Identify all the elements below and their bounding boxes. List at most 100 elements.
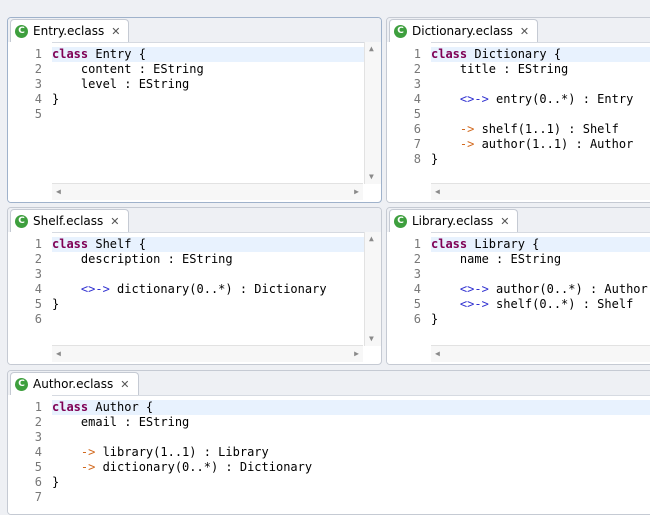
code-line[interactable]: email : EString: [52, 415, 650, 430]
line-number-gutter: 123456: [387, 232, 431, 364]
code-text: library(1..1) : Library: [95, 445, 269, 459]
code-area[interactable]: class Entry { content : EString level : …: [52, 42, 381, 202]
vertical-scrollbar[interactable]: ▲ ▼: [364, 232, 381, 346]
code-line[interactable]: class Dictionary {: [431, 47, 650, 62]
scroll-down-arrow-icon[interactable]: ▼: [369, 173, 374, 181]
code-line[interactable]: [52, 490, 650, 505]
code-text: shelf(0..*) : Shelf: [488, 297, 634, 311]
code-line[interactable]: class Shelf {: [52, 237, 381, 252]
tab-library[interactable]: C Library.eclass ✕: [389, 209, 519, 232]
code-line[interactable]: [52, 267, 381, 282]
code-editor[interactable]: 12345678 class Dictionary { title : EStr…: [387, 42, 650, 202]
scroll-up-arrow-icon[interactable]: ▲: [369, 45, 374, 53]
tab-shelf[interactable]: C Shelf.eclass ✕: [10, 209, 129, 232]
code-text: title : EString: [431, 62, 569, 76]
code-line[interactable]: }: [52, 92, 381, 107]
tab-label: Author.eclass: [33, 377, 114, 391]
line-number: 7: [413, 137, 421, 151]
line-number-gutter: 1234567: [8, 395, 52, 514]
scroll-left-arrow-icon[interactable]: ◀: [435, 350, 440, 358]
code-line[interactable]: }: [52, 297, 381, 312]
line-number: 4: [34, 445, 42, 459]
scroll-up-arrow-icon[interactable]: ▲: [369, 235, 374, 243]
eclass-file-icon: C: [394, 24, 407, 38]
line-number: 2: [34, 252, 42, 266]
line-number: 1: [34, 400, 42, 414]
code-line[interactable]: [431, 77, 650, 92]
code-text: }: [52, 475, 60, 489]
code-line[interactable]: }: [431, 152, 650, 167]
eclass-file-icon: C: [394, 214, 407, 228]
tab-bar: C Library.eclass ✕: [387, 208, 650, 233]
close-icon[interactable]: ✕: [500, 215, 509, 228]
eclass-file-icon: C: [15, 24, 28, 38]
code-line[interactable]: <>-> author(0..*) : Author: [431, 282, 650, 297]
code-editor[interactable]: 123456 class Library { name : EString <>…: [387, 232, 650, 364]
code-line[interactable]: }: [52, 475, 650, 490]
code-line[interactable]: description : EString: [52, 252, 381, 267]
code-line[interactable]: }: [431, 312, 650, 327]
close-icon[interactable]: ✕: [111, 25, 120, 38]
close-icon[interactable]: ✕: [110, 215, 119, 228]
line-number-gutter: 12345: [8, 42, 52, 202]
code-area[interactable]: class Dictionary { title : EString <>-> …: [431, 42, 650, 202]
scroll-right-arrow-icon[interactable]: ▶: [354, 188, 359, 196]
code-line[interactable]: [431, 107, 650, 122]
code-text: author(1..1) : Author: [474, 137, 634, 151]
code-text: }: [431, 312, 439, 326]
close-icon[interactable]: ✕: [520, 25, 529, 38]
horizontal-scrollbar[interactable]: ◀ ▶: [52, 183, 363, 200]
code-line[interactable]: [52, 107, 381, 122]
tab-entry[interactable]: C Entry.eclass ✕: [10, 19, 130, 42]
code-line[interactable]: name : EString: [431, 252, 650, 267]
code-line[interactable]: <>-> entry(0..*) : Entry: [431, 92, 650, 107]
editor-pane-library: C Library.eclass ✕ 123456 class Library …: [386, 207, 650, 365]
code-line[interactable]: -> library(1..1) : Library: [52, 445, 650, 460]
code-line[interactable]: [52, 312, 381, 327]
tab-author[interactable]: C Author.eclass ✕: [10, 372, 139, 395]
reference-operator: ->: [80, 445, 96, 459]
keyword: class: [431, 47, 468, 61]
scroll-left-arrow-icon[interactable]: ◀: [56, 188, 61, 196]
line-number: 3: [413, 267, 421, 281]
code-line[interactable]: -> shelf(1..1) : Shelf: [431, 122, 650, 137]
code-line[interactable]: class Library {: [431, 237, 650, 252]
reference-operator: ->: [80, 460, 96, 474]
line-number: 6: [34, 475, 42, 489]
scroll-right-arrow-icon[interactable]: ▶: [354, 350, 359, 358]
keyword: class: [52, 47, 89, 61]
eclass-file-icon: C: [15, 377, 28, 391]
code-area[interactable]: class Author { email : EString -> librar…: [52, 395, 650, 514]
line-number: 4: [413, 92, 421, 106]
horizontal-scrollbar[interactable]: ◀: [431, 183, 650, 200]
code-editor[interactable]: 1234567 class Author { email : EString -…: [8, 395, 650, 514]
line-number: 6: [413, 312, 421, 326]
horizontal-scrollbar[interactable]: ◀: [431, 345, 650, 362]
code-text: Library {: [467, 237, 540, 251]
code-line[interactable]: -> author(1..1) : Author: [431, 137, 650, 152]
code-text: Author {: [88, 400, 154, 414]
scroll-left-arrow-icon[interactable]: ◀: [435, 188, 440, 196]
scroll-down-arrow-icon[interactable]: ▼: [369, 335, 374, 343]
editor-pane-author: C Author.eclass ✕ 1234567 class Author {…: [7, 370, 650, 515]
horizontal-scrollbar[interactable]: ◀ ▶: [52, 345, 363, 362]
code-text: name : EString: [431, 252, 562, 266]
tab-dictionary[interactable]: C Dictionary.eclass ✕: [389, 19, 539, 42]
code-line[interactable]: level : EString: [52, 77, 381, 92]
code-line[interactable]: <>-> dictionary(0..*) : Dictionary: [52, 282, 381, 297]
code-line[interactable]: -> dictionary(0..*) : Dictionary: [52, 460, 650, 475]
code-line[interactable]: <>-> shelf(0..*) : Shelf: [431, 297, 650, 312]
code-line[interactable]: class Entry {: [52, 47, 381, 62]
line-number: 3: [413, 77, 421, 91]
code-line[interactable]: class Author {: [52, 400, 650, 415]
code-editor[interactable]: 123456 class Shelf { description : EStri…: [8, 232, 381, 364]
close-icon[interactable]: ✕: [120, 378, 129, 391]
code-line[interactable]: [52, 430, 650, 445]
scroll-left-arrow-icon[interactable]: ◀: [56, 350, 61, 358]
code-editor[interactable]: 12345 class Entry { content : EString le…: [8, 42, 381, 202]
code-line[interactable]: [431, 267, 650, 282]
vertical-scrollbar[interactable]: ▲ ▼: [364, 42, 381, 184]
containment-operator: <>->: [80, 282, 110, 296]
code-line[interactable]: content : EString: [52, 62, 381, 77]
code-line[interactable]: title : EString: [431, 62, 650, 77]
